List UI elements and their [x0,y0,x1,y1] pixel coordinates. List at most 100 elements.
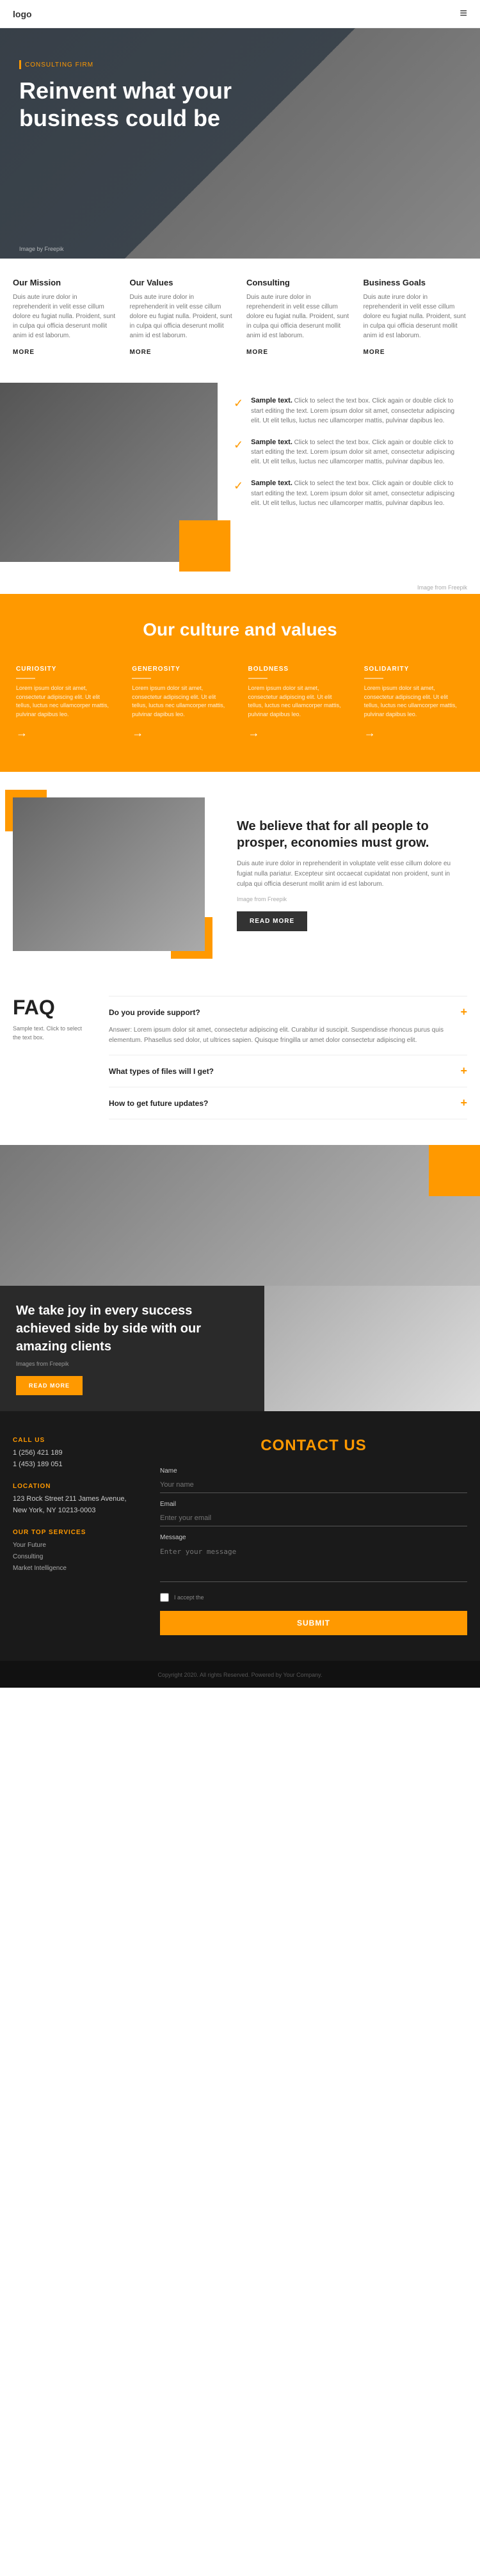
info-card-more-link[interactable]: MORE [130,349,152,356]
info-card-goals: Business Goals Duis aute irure dolor in … [364,278,468,357]
believe-image-col [13,797,205,951]
faq-answer-0: Answer: Lorem ipsum dolor sit amet, cons… [109,1025,467,1046]
culture-card-divider [364,678,383,679]
arrow-icon[interactable]: → [16,726,116,740]
header: logo ≡ [0,0,480,28]
info-card-more-link[interactable]: MORE [364,349,385,356]
values-image [0,383,218,562]
values-content: ✓ Sample text. Click to select the text … [218,383,480,562]
checkmark-icon: ✓ [234,479,243,493]
culture-card-text: Lorem ipsum dolor sit amet, consectetur … [132,684,232,719]
contact-form-col: CONTACT US Name Email Message I accept t… [160,1437,467,1635]
info-card-more-link[interactable]: MORE [246,349,268,356]
culture-title: Our culture and values [13,620,467,640]
faq-question-text: What types of files will I get? [109,1067,214,1076]
info-card-consulting: Consulting Duis aute irure dolor in repr… [246,278,351,357]
values-section: ✓ Sample text. Click to select the text … [0,376,480,581]
culture-card-divider [248,678,268,679]
contact-address-0: 123 Rock Street 211 James Avenue, [13,1494,141,1505]
contact-name-group: Name [160,1468,467,1493]
arrow-icon[interactable]: → [364,726,464,740]
values-orange-decorator [179,520,230,572]
faq-expand-icon[interactable]: + [460,1005,467,1019]
faq-subtitle: Sample text. Click to select the text bo… [13,1025,90,1042]
contact-info-col: CALL US 1 (256) 421 189 1 (453) 189 051 … [13,1437,141,1635]
contact-email-input[interactable] [160,1510,467,1526]
faq-expand-icon[interactable]: + [460,1096,467,1110]
contact-email-group: Email [160,1501,467,1526]
contact-message-input[interactable] [160,1544,467,1582]
faq-expand-icon[interactable]: + [460,1064,467,1078]
value-item-1: ✓ Sample text. Click to select the text … [234,437,464,467]
believe-title: We believe that for all people to prospe… [237,818,461,851]
culture-card-title: CURIOSITY [16,666,116,673]
culture-card-text: Lorem ipsum dolor sit amet, consectetur … [248,684,348,719]
arrow-icon[interactable]: → [132,726,232,740]
hero-title: Reinvent what your business could be [19,77,243,132]
value-item-2: ✓ Sample text. Click to select the text … [234,478,464,508]
contact-service-0: Your Future [13,1540,141,1551]
contact-form-title: CONTACT US [160,1437,467,1455]
culture-card-2: BOLDNESS Lorem ipsum dolor sit amet, con… [245,659,351,746]
contact-checkbox-label: I accept the [174,1594,204,1601]
contact-address-1: New York, NY 10213-0003 [13,1505,141,1517]
faq-right: Do you provide support? + Answer: Lorem … [109,996,467,1119]
clients-title: We take joy in every success achieved si… [16,1302,248,1356]
value-text: Sample text. Click to select the text bo… [251,396,464,426]
culture-card-divider [16,678,35,679]
contact-phone-0: 1 (256) 421 189 [13,1448,141,1459]
faq-question-0[interactable]: Do you provide support? + [109,1005,467,1019]
value-item-0: ✓ Sample text. Click to select the text … [234,396,464,426]
believe-section: We believe that for all people to prospe… [0,778,480,970]
believe-image [13,797,205,951]
culture-cards: CURIOSITY Lorem ipsum dolor sit amet, co… [13,659,467,746]
faq-item-0: Do you provide support? + Answer: Lorem … [109,996,467,1055]
contact-services-label: OUR TOP SERVICES [13,1529,141,1536]
clients-read-more-button[interactable]: READ MORE [16,1376,83,1395]
hero-content: CONSULTING FIRM Reinvent what your busin… [19,60,243,142]
believe-text: Duis aute irure dolor in reprehenderit i… [237,859,461,890]
info-card-text: Duis aute irure dolor in reprehenderit i… [130,292,234,340]
culture-card-text: Lorem ipsum dolor sit amet, consectetur … [16,684,116,719]
clients-text-area: We take joy in every success achieved si… [0,1286,264,1411]
contact-checkbox-row: I accept the [160,1593,467,1602]
culture-card-title: GENEROSITY [132,666,232,673]
clients-orange-rect [429,1145,480,1196]
faq-section: FAQ Sample text. Click to select the tex… [0,970,480,1145]
values-image-credit: Image from Freepik [0,581,480,594]
hamburger-menu[interactable]: ≡ [460,6,467,21]
logo: logo [13,9,32,19]
contact-section: CALL US 1 (256) 421 189 1 (453) 189 051 … [0,1411,480,1661]
faq-question-2[interactable]: How to get future updates? + [109,1096,467,1110]
info-card-more-link[interactable]: MORE [13,349,35,356]
info-card-title: Consulting [246,278,351,287]
checkmark-icon: ✓ [234,438,243,452]
culture-card-0: CURIOSITY Lorem ipsum dolor sit amet, co… [13,659,119,746]
contact-message-label: Message [160,1534,467,1541]
contact-submit-button[interactable]: SUBMIT [160,1611,467,1635]
contact-call-label: CALL US [13,1437,141,1444]
hero-credit: Image by Freepik [19,246,64,252]
culture-card-text: Lorem ipsum dolor sit amet, consectetur … [364,684,464,719]
faq-question-1[interactable]: What types of files will I get? + [109,1064,467,1078]
faq-title: FAQ [13,996,90,1020]
contact-accept-checkbox[interactable] [160,1593,169,1602]
contact-name-input[interactable] [160,1477,467,1493]
culture-section: Our culture and values CURIOSITY Lorem i… [0,594,480,772]
contact-service-2: Market Intelligence [13,1563,141,1574]
culture-card-3: SOLIDARITY Lorem ipsum dolor sit amet, c… [361,659,467,746]
contact-phone-1: 1 (453) 189 051 [13,1459,141,1471]
contact-service-1: Consulting [13,1551,141,1563]
info-card-text: Duis aute irure dolor in reprehenderit i… [246,292,351,340]
arrow-icon[interactable]: → [248,726,348,740]
info-card-text: Duis aute irure dolor in reprehenderit i… [364,292,468,340]
culture-card-title: BOLDNESS [248,666,348,673]
faq-question-text: Do you provide support? [109,1008,200,1017]
culture-card-title: SOLIDARITY [364,666,464,673]
clients-section: We take joy in every success achieved si… [0,1145,480,1411]
contact-email-label: Email [160,1501,467,1508]
clients-top-image [0,1145,480,1286]
believe-read-more-button[interactable]: READ MORE [237,911,307,931]
value-text: Sample text. Click to select the text bo… [251,437,464,467]
clients-right-image [264,1286,480,1411]
